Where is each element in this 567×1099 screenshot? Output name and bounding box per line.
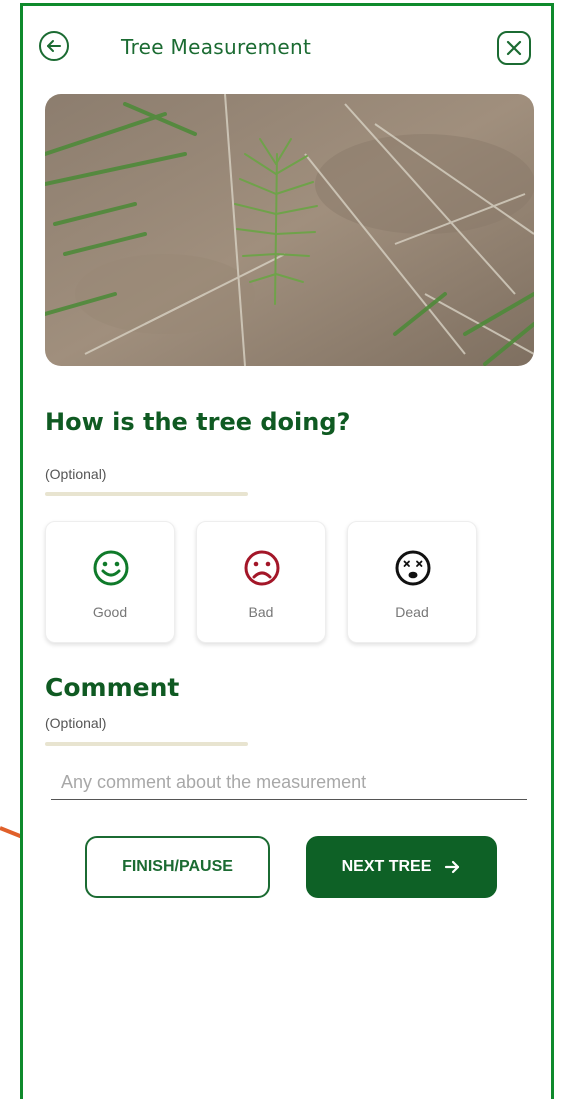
health-option-label: Good xyxy=(92,604,128,620)
smile-icon xyxy=(93,550,129,586)
header: Tree Measurement xyxy=(23,6,551,86)
comment-input[interactable] xyxy=(51,766,527,800)
frown-icon xyxy=(244,550,280,586)
health-option-label: Bad xyxy=(248,604,274,620)
comment-optional-label: (Optional) xyxy=(45,715,107,731)
health-question-heading: How is the tree doing? xyxy=(45,408,351,436)
comment-divider xyxy=(45,742,248,746)
arrow-right-icon xyxy=(445,860,460,874)
health-option-good[interactable]: Good xyxy=(45,521,175,643)
finish-pause-button[interactable]: FINISH/PAUSE xyxy=(85,836,270,898)
health-optional-label: (Optional) xyxy=(45,466,107,482)
health-option-label: Dead xyxy=(395,604,429,620)
close-icon xyxy=(506,40,522,56)
back-button[interactable] xyxy=(39,31,69,61)
finish-pause-label: FINISH/PAUSE xyxy=(122,858,233,875)
health-option-dead[interactable]: Dead xyxy=(347,521,477,643)
close-button[interactable] xyxy=(497,31,531,65)
arrow-left-icon xyxy=(47,40,61,52)
next-tree-button[interactable]: NEXT TREE xyxy=(306,836,497,898)
next-tree-label: NEXT TREE xyxy=(341,858,432,875)
tree-photo xyxy=(45,94,534,366)
health-divider xyxy=(45,492,248,496)
comment-heading: Comment xyxy=(45,673,180,702)
health-option-bad[interactable]: Bad xyxy=(196,521,326,643)
page-title: Tree Measurement xyxy=(121,35,312,59)
app-frame: Tree Measurement How is the tree doing? … xyxy=(20,3,554,1099)
dead-face-icon xyxy=(395,550,431,586)
